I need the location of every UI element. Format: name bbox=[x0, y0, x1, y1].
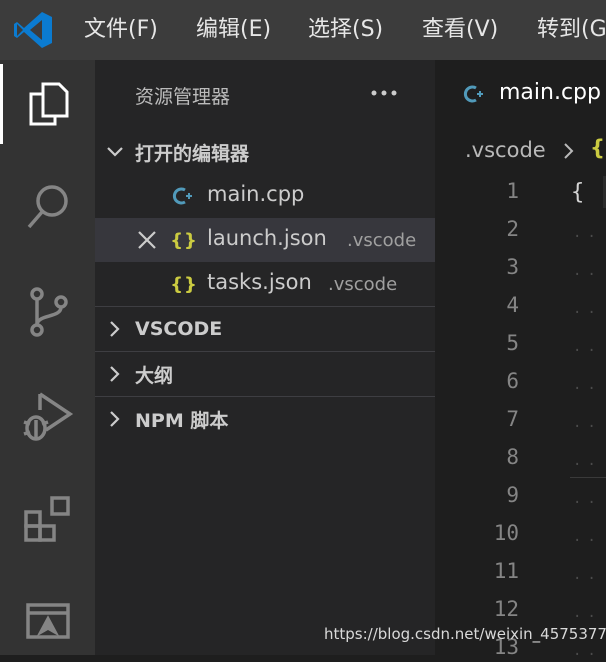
line-number: 8 bbox=[506, 445, 519, 469]
close-icon bbox=[138, 231, 156, 249]
run-debug-icon bbox=[22, 392, 73, 441]
json-file-icon: { bbox=[590, 136, 605, 160]
whitespace-marker: ·· bbox=[573, 571, 602, 587]
sidebar-title: 资源管理器 bbox=[135, 86, 231, 108]
outline-section-title: 大纲 bbox=[135, 364, 174, 387]
more-actions-button[interactable] bbox=[367, 76, 401, 110]
whitespace-marker: ·· bbox=[573, 495, 602, 511]
extensions-button[interactable] bbox=[0, 480, 95, 560]
line-number: 10 bbox=[493, 521, 519, 545]
whitespace-marker: ·· bbox=[573, 457, 602, 473]
breadcrumb-folder[interactable]: .vscode bbox=[465, 138, 546, 162]
file-name: launch.json bbox=[207, 226, 327, 250]
remote-explorer-icon bbox=[25, 603, 70, 639]
watermark: https://blog.csdn.net/weixin_45753778 bbox=[324, 625, 606, 643]
line-number: 7 bbox=[506, 407, 519, 431]
explorer-icon bbox=[29, 82, 68, 126]
folder-section-title: VSCODE bbox=[135, 318, 223, 340]
npm-scripts-section-title: NPM 脚本 bbox=[135, 409, 229, 432]
folder-section-header[interactable]: VSCODE bbox=[95, 307, 435, 351]
run-debug-button[interactable] bbox=[0, 376, 95, 456]
file-folder-description: .vscode bbox=[328, 274, 398, 295]
remote-explorer-button[interactable] bbox=[0, 582, 95, 662]
outline-section-header[interactable]: 大纲 bbox=[95, 352, 435, 396]
code-first-line: { bbox=[571, 180, 585, 205]
file-name: tasks.json bbox=[207, 270, 312, 294]
close-editor-button[interactable] bbox=[133, 226, 161, 254]
line-number: 9 bbox=[506, 483, 519, 507]
whitespace-marker: ·· bbox=[573, 533, 602, 549]
whitespace-marker: ·· bbox=[573, 305, 602, 321]
code-editor[interactable]: 1 2 3 4 5 6 7 8 9 10 11 12 13 { ·· ·· ·· ·· ·· ·· ·· ·· ·· ··… bbox=[435, 174, 606, 655]
whitespace-marker: ·· bbox=[573, 609, 602, 625]
whitespace-marker: ·· bbox=[573, 381, 602, 397]
tab-label: main.cpp bbox=[499, 80, 601, 105]
file-name: main.cpp bbox=[207, 182, 305, 206]
line-number: 3 bbox=[506, 255, 519, 279]
editor-tab-bar: main.cpp bbox=[435, 60, 606, 128]
json-file-icon: {} bbox=[170, 229, 198, 251]
source-control-icon bbox=[29, 287, 68, 337]
cpp-file-icon bbox=[171, 184, 197, 208]
source-control-button[interactable] bbox=[0, 272, 95, 352]
explorer-button[interactable] bbox=[0, 64, 95, 144]
line-number: 4 bbox=[506, 293, 519, 317]
chevron-right-icon bbox=[564, 143, 574, 159]
menu-file[interactable]: 文件(F) bbox=[84, 0, 158, 60]
explorer-sidebar: 资源管理器 打开的编辑器 main.cpp {} launch.json .vs… bbox=[95, 60, 435, 655]
menu-edit[interactable]: 编辑(E) bbox=[196, 0, 271, 60]
ellipsis-icon bbox=[371, 90, 397, 96]
whitespace-marker: ·· bbox=[573, 647, 602, 655]
open-editor-item-tasks-json[interactable]: {} tasks.json .vscode bbox=[95, 262, 435, 306]
cpp-file-icon bbox=[463, 85, 483, 103]
file-folder-description: .vscode bbox=[347, 230, 417, 251]
extensions-icon bbox=[23, 496, 70, 542]
menu-selection[interactable]: 选择(S) bbox=[308, 0, 383, 60]
line-number: 5 bbox=[506, 331, 519, 355]
line-number: 12 bbox=[493, 597, 519, 621]
search-icon bbox=[27, 185, 68, 229]
whitespace-marker: ·· bbox=[573, 267, 602, 283]
line-number: 1 bbox=[506, 179, 519, 203]
search-button[interactable] bbox=[0, 168, 95, 248]
title-bar: 文件(F) 编辑(E) 选择(S) 查看(V) 转到(G bbox=[0, 0, 606, 60]
open-editor-item-launch-json[interactable]: {} launch.json .vscode bbox=[95, 218, 435, 262]
line-number: 2 bbox=[506, 217, 519, 241]
tab-main-cpp[interactable]: main.cpp bbox=[435, 60, 606, 128]
whitespace-marker: ·· bbox=[573, 229, 602, 245]
npm-scripts-section-header[interactable]: NPM 脚本 bbox=[95, 397, 435, 441]
activity-bar bbox=[0, 60, 95, 655]
line-number: 6 bbox=[506, 369, 519, 393]
breadcrumb: .vscode { bbox=[435, 128, 606, 174]
open-editors-header[interactable]: 打开的编辑器 bbox=[95, 130, 435, 174]
chevron-down-icon bbox=[95, 130, 135, 174]
json-file-icon: {} bbox=[170, 273, 198, 295]
fold-divider bbox=[570, 477, 606, 478]
menu-view[interactable]: 查看(V) bbox=[422, 0, 498, 60]
whitespace-marker: ·· bbox=[573, 343, 602, 359]
vscode-logo-icon[interactable] bbox=[12, 10, 54, 50]
open-editor-item-main-cpp[interactable]: main.cpp bbox=[95, 174, 435, 218]
open-editors-title: 打开的编辑器 bbox=[135, 142, 250, 165]
chevron-right-icon bbox=[95, 307, 135, 351]
whitespace-marker: ·· bbox=[573, 419, 602, 435]
menu-go[interactable]: 转到(G bbox=[537, 0, 606, 60]
chevron-right-icon bbox=[95, 397, 135, 441]
chevron-right-icon bbox=[95, 352, 135, 396]
line-number: 11 bbox=[493, 559, 519, 583]
